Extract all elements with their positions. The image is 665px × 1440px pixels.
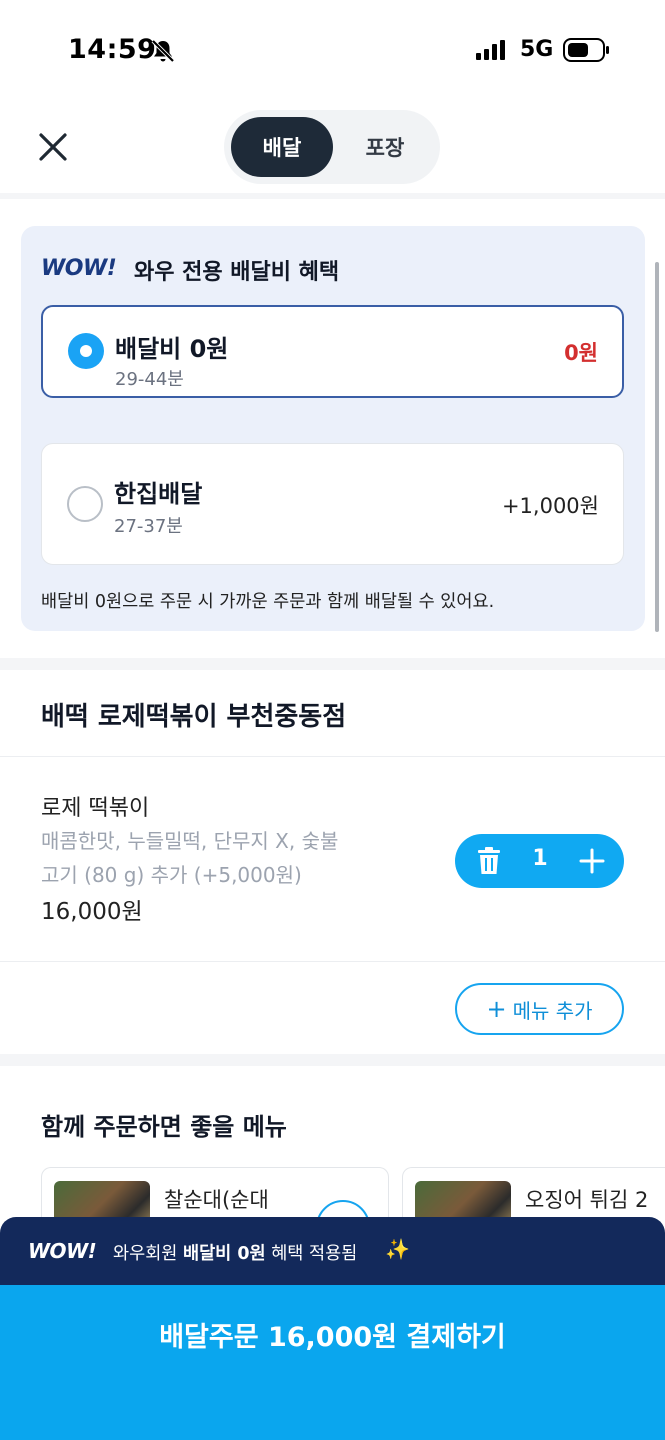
cart-item-options: 매콤한맛, 누들밀떡, 단무지 X, 숯불 고기 (80 g) 추가 (+5,0… — [41, 824, 386, 892]
option-name: 한집배달 — [114, 480, 203, 508]
option-price: 0원 — [564, 341, 598, 365]
cart-item-name: 로제 떡볶이 — [41, 796, 150, 821]
cart-item-options-line: 고기 (80 g) 추가 (+5,000원) — [41, 863, 302, 887]
signal-icon — [476, 40, 505, 60]
add-menu-label: 메뉴 추가 — [512, 998, 593, 1023]
cart-item-options-line: 매콤한맛, 누들밀떡, 단무지 X, 숯불 — [41, 829, 339, 853]
store-name: 배떡 로제떡볶이 부천중동점 — [41, 702, 347, 732]
header-divider — [0, 193, 665, 199]
quantity-stepper: 1 — [455, 834, 624, 888]
status-time: 14:59 — [68, 34, 157, 65]
scrollbar-thumb[interactable] — [655, 262, 659, 632]
banner-text-suffix: 혜택 적용됨 — [265, 1244, 358, 1264]
banner-text-prefix: 와우회원 — [113, 1244, 183, 1264]
section-divider — [0, 1054, 665, 1066]
status-bar: 14:59 5G — [0, 0, 665, 100]
delivery-mode-toggle: 배달 포장 — [224, 110, 440, 184]
wow-benefit-note: 배달비 0원으로 주문 시 가까운 주문과 함께 배달될 수 있어요. — [41, 592, 495, 612]
recommendation-name: 오징어 튀김 2 — [525, 1188, 649, 1212]
divider-line — [0, 756, 665, 757]
wow-logo: WOW! — [41, 256, 117, 281]
banner-text-bold: 배달비 0원 — [182, 1244, 266, 1264]
wow-applied-text: 와우회원 배달비 0원 혜택 적용됨 — [113, 1240, 357, 1265]
battery-icon — [563, 38, 609, 62]
option-time: 27-37분 — [114, 516, 183, 537]
tab-pickup[interactable]: 포장 — [337, 117, 433, 177]
option-name: 배달비 0원 — [115, 335, 229, 363]
recommendation-name: 찰순대(순대 — [164, 1188, 269, 1212]
plus-icon: + — [486, 995, 507, 1023]
pay-button[interactable]: 배달주문 16,000원 결제하기 — [0, 1285, 665, 1440]
recommendations-title: 함께 주문하면 좋을 메뉴 — [41, 1113, 287, 1141]
add-menu-button[interactable]: + 메뉴 추가 — [455, 983, 624, 1035]
quantity-value: 1 — [532, 846, 548, 871]
option-time: 29-44분 — [115, 369, 184, 390]
wow-benefit-card: WOW! 와우 전용 배달비 혜택 배달비 0원 29-44분 0원 한집배달 … — [21, 226, 645, 631]
trash-icon[interactable] — [475, 846, 503, 876]
radio-selected-icon[interactable] — [68, 333, 104, 369]
pay-button-label: 배달주문 16,000원 결제하기 — [159, 1322, 506, 1353]
section-divider — [0, 658, 665, 670]
option-price: +1,000원 — [501, 494, 599, 518]
plus-icon[interactable] — [577, 846, 607, 876]
divider-line — [0, 961, 665, 962]
close-icon[interactable] — [34, 128, 72, 166]
cart-item-price: 16,000원 — [41, 899, 143, 925]
wow-applied-banner: WOW! 와우회원 배달비 0원 혜택 적용됨 ✨ — [0, 1217, 665, 1285]
delivery-option-single[interactable]: 한집배달 27-37분 +1,000원 — [41, 443, 624, 565]
sparkle-icon: ✨ — [385, 1237, 410, 1261]
delivery-option-free[interactable]: 배달비 0원 29-44분 0원 — [41, 305, 624, 398]
wow-logo: WOW! — [28, 1239, 97, 1263]
bell-slash-icon — [151, 39, 175, 63]
radio-unselected-icon[interactable] — [67, 486, 103, 522]
wow-benefit-title: 와우 전용 배달비 혜택 — [134, 260, 340, 285]
network-label: 5G — [520, 37, 554, 62]
tab-delivery[interactable]: 배달 — [231, 117, 333, 177]
